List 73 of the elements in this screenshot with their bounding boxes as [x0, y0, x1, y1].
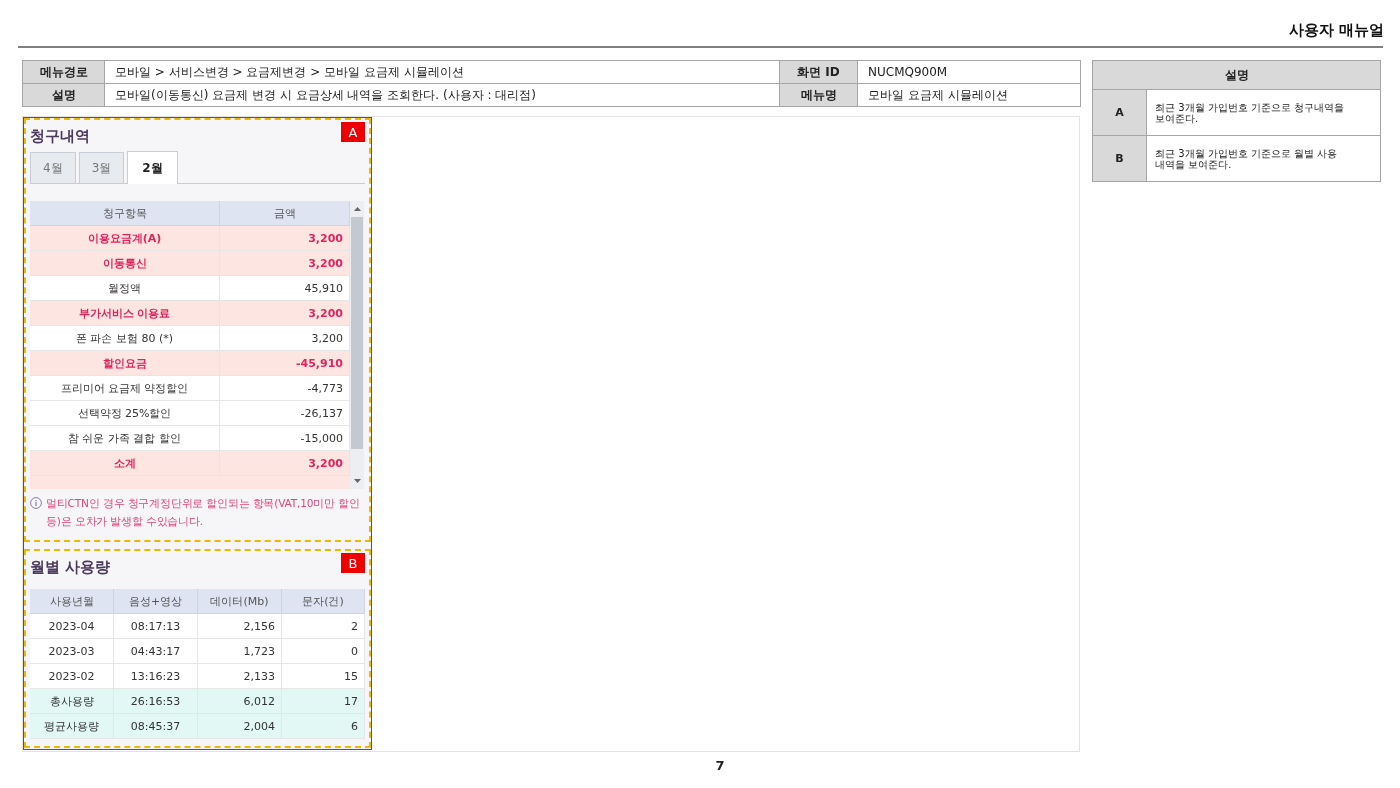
callout-label: B — [341, 553, 365, 573]
table-cell: 이용요금계(A) — [30, 226, 220, 251]
column-header: 문자(건) — [282, 589, 365, 614]
table-cell: 3,200 — [220, 251, 350, 276]
column-header: 데이터(Mb) — [198, 589, 282, 614]
table-cell: 08:45:37 — [114, 714, 198, 739]
table-cell: 3,200 — [220, 326, 350, 351]
table-cell: 선택약정 25%할인 — [30, 401, 220, 426]
table-cell: 3,200 — [220, 301, 350, 326]
label-cell: 화면 ID — [779, 60, 858, 84]
table-cell: 부가서비스 이용료 — [30, 301, 220, 326]
table-cell: -26,137 — [220, 401, 350, 426]
value-cell: NUCMQ900M — [857, 60, 1081, 84]
table-cell: 13:16:23 — [114, 664, 198, 689]
month-tab[interactable]: 2월 — [127, 151, 178, 184]
table-cell: 소계 — [30, 451, 220, 476]
month-tab[interactable]: 4월 — [30, 152, 76, 183]
table-cell: 참 쉬운 가족 결합 할인 — [30, 426, 220, 451]
table-cell: 04:43:17 — [114, 639, 198, 664]
table-cell: 2023-02 — [30, 664, 114, 689]
table-cell: 2023-03 — [30, 639, 114, 664]
description-cell: 최근 3개월 가입번호 기준으로 청구내역을 보여준다. — [1146, 89, 1381, 136]
table-cell: 평균사용량 — [30, 714, 114, 739]
table-cell: 0 — [282, 639, 365, 664]
table-cell: 3,200 — [220, 451, 350, 476]
table-cell: 2,156 — [198, 614, 282, 639]
label-cell: 메뉴경로 — [22, 60, 105, 84]
column-header: 청구항목 — [30, 201, 220, 226]
month-tab[interactable]: 3월 — [78, 152, 125, 183]
table-cell: 6,012 — [198, 689, 282, 714]
column-header: 금액 — [220, 201, 350, 226]
table-cell: 프리미어 요금제 약정할인 — [30, 376, 220, 401]
table-cell: -15,000 — [220, 426, 350, 451]
value-cell: 모바일 요금제 시뮬레이션 — [857, 83, 1081, 107]
description-cell: 최근 3개월 가입번호 기준으로 월별 사용 내역을 보여준다. — [1146, 135, 1381, 182]
table-cell: 1,723 — [198, 639, 282, 664]
column-header: 사용년월 — [30, 589, 114, 614]
marker-cell: A — [1092, 89, 1147, 136]
page-number: 7 — [715, 758, 725, 773]
table-cell: 2023-04 — [30, 614, 114, 639]
table-cell: 월정액 — [30, 276, 220, 301]
column-header: 설명 — [1092, 60, 1381, 90]
table-cell: 폰 파손 보험 80 (*) — [30, 326, 220, 351]
table-cell: 2 — [282, 614, 365, 639]
table-cell: 6 — [282, 714, 365, 739]
panel-title: 청구내역 — [30, 127, 90, 146]
caret-up-icon[interactable] — [353, 207, 361, 211]
panel-title: 월별 사용량 — [30, 558, 111, 577]
table-cell: 3,200 — [220, 226, 350, 251]
table-cell: -4,773 — [220, 376, 350, 401]
table-cell: 할인요금 — [30, 351, 220, 376]
notice-text: 멀티CTN인 경우 청구계정단위로 할인되는 항목(VAT,10미만 할인등)은 오차가 발생할 수있습니다. — [46, 496, 361, 529]
marker-cell: B — [1092, 135, 1147, 182]
value-cell: 모바일 > 서비스변경 > 요금제변경 > 모바일 요금제 시뮬레이션 — [104, 60, 780, 84]
table-cell: -45,910 — [220, 351, 350, 376]
column-header: 음성+영상 — [114, 589, 198, 614]
table-cell: 2,004 — [198, 714, 282, 739]
table-cell: 17 — [282, 689, 365, 714]
table-cell: 26:16:53 — [114, 689, 198, 714]
caret-down-icon[interactable] — [353, 479, 361, 483]
scrollbar[interactable] — [350, 201, 364, 489]
table-cell: 08:17:13 — [114, 614, 198, 639]
table-cell: 2,133 — [198, 664, 282, 689]
document-title: 사용자 매뉴얼 — [1288, 21, 1384, 40]
info-icon — [30, 497, 42, 509]
table-cell: 45,910 — [220, 276, 350, 301]
callout-label: A — [341, 122, 365, 142]
table-cell: 15 — [282, 664, 365, 689]
value-cell: 모바일(이동통신) 요금제 변경 시 요금상세 내역을 조회한다. (사용자 : 대리점) — [104, 83, 780, 107]
table-cell: 총사용량 — [30, 689, 114, 714]
table-cell: 이동통신 — [30, 251, 220, 276]
scrollbar-thumb[interactable] — [351, 217, 363, 449]
label-cell: 설명 — [22, 83, 105, 107]
